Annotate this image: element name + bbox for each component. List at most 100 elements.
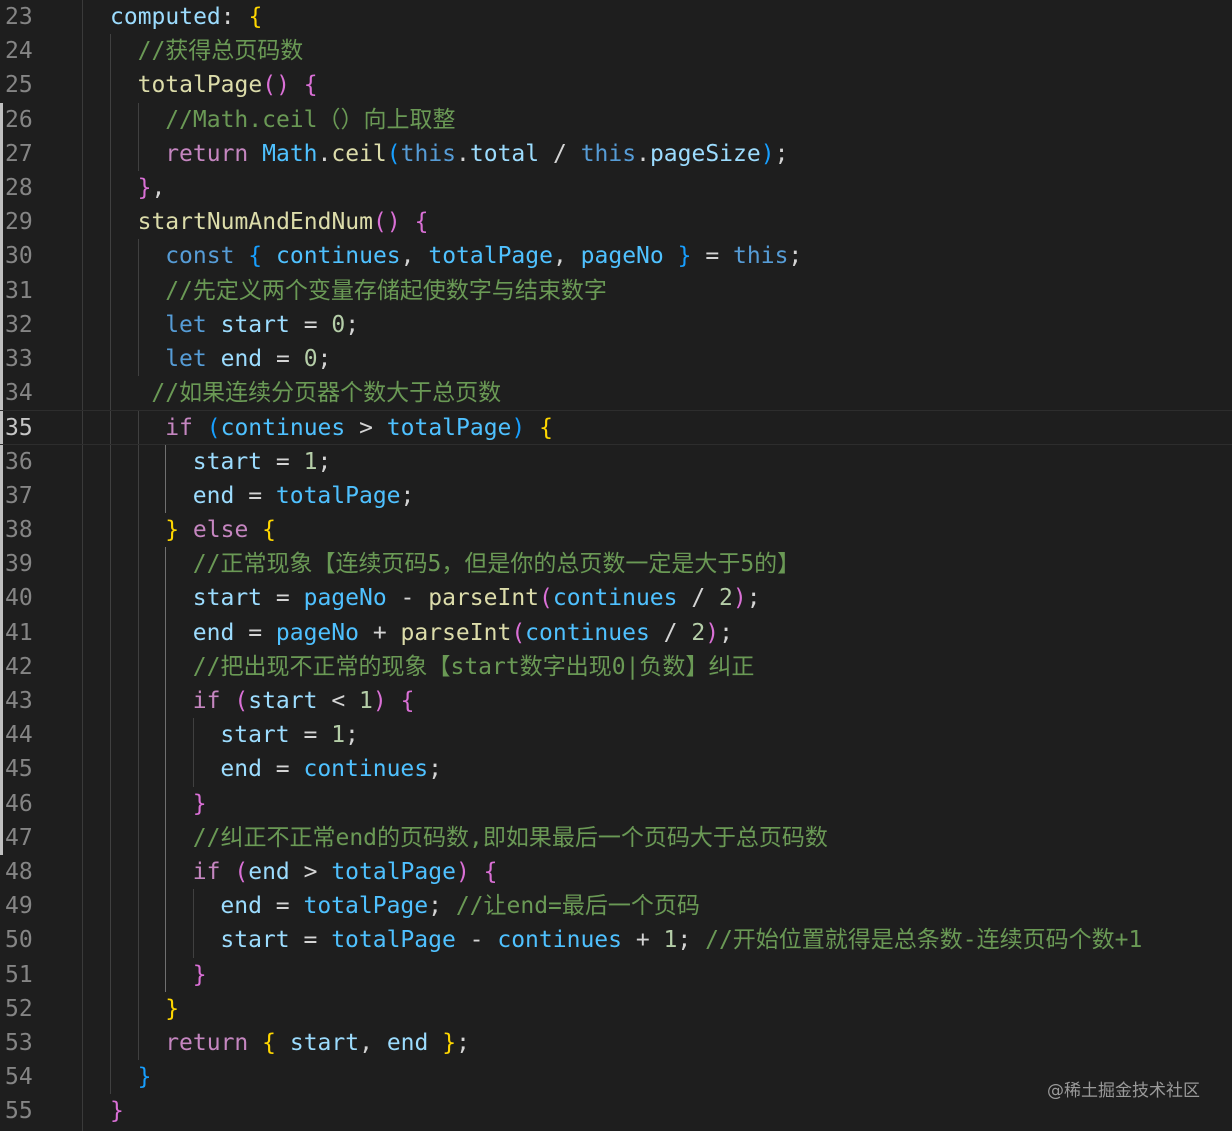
code-line[interactable]: 23 computed: { xyxy=(0,0,1232,34)
line-number: 24 xyxy=(5,38,33,65)
code-line[interactable]: 31 //先定义两个变量存储起使数字与结束数字 xyxy=(0,274,1232,308)
code-line[interactable]: 48 if (end > totalPage) { xyxy=(0,855,1232,889)
code-token: totalPage xyxy=(331,859,456,885)
code-line[interactable]: 36 start = 1; xyxy=(0,445,1232,479)
code-line[interactable]: 47 //纠正不正常end的页码数,即如果最后一个页码大于总页码数 xyxy=(0,821,1232,855)
code-token: ; xyxy=(317,346,332,372)
code-line[interactable]: 30 const { continues, totalPage, pageNo }… xyxy=(0,239,1232,273)
line-number: 25 xyxy=(5,72,33,99)
code-token: pageNo xyxy=(303,585,387,612)
code-token: end xyxy=(192,482,235,509)
line-code: //获得总页码数 xyxy=(138,34,304,68)
line-code: } xyxy=(110,1094,124,1128)
code-line[interactable]: 29 startNumAndEndNum() { xyxy=(0,205,1232,239)
line-code: start = 1; xyxy=(220,718,359,752)
code-token: 1 xyxy=(359,688,373,714)
line-number: 29 xyxy=(5,209,33,236)
code-token: if xyxy=(165,415,193,442)
code-token: } xyxy=(137,175,152,201)
code-line[interactable]: 51} xyxy=(0,958,1232,992)
code-line[interactable]: 38} else { xyxy=(0,513,1232,547)
code-token: total xyxy=(469,140,540,167)
code-token: } xyxy=(110,1098,124,1125)
code-token: continues xyxy=(497,927,622,954)
line-number: 23 xyxy=(5,4,33,30)
code-token: 1 xyxy=(663,927,678,954)
watermark: @稀土掘金技术社区 xyxy=(1047,1081,1200,1101)
code-token: totalPage xyxy=(275,482,401,509)
code-token: = xyxy=(262,585,304,612)
code-line[interactable]: 32 let start = 0; xyxy=(0,308,1232,342)
code-token: computed xyxy=(110,4,221,30)
code-line[interactable]: 50 start = totalPage - continues + 1; //开… xyxy=(0,923,1232,957)
code-line[interactable]: 26 //Math.ceil（）向上取整 xyxy=(0,103,1232,137)
code-token: { xyxy=(248,4,263,30)
code-token: start xyxy=(220,311,290,338)
code-token: if xyxy=(192,688,221,714)
code-token: //纠正不正常end的页码数,即如果最后一个页码大于总页码数 xyxy=(192,824,828,851)
code-token: continues xyxy=(303,756,429,783)
code-token: //开始位置就得是总条数-连续页码个数+1 xyxy=(705,927,1143,954)
code-line[interactable]: 37 end = totalPage; xyxy=(0,479,1232,513)
code-token: ( xyxy=(511,619,526,646)
code-token: } xyxy=(677,243,692,270)
code-token: parseInt xyxy=(400,619,512,646)
code-token: = xyxy=(234,482,276,509)
code-line[interactable]: 46} xyxy=(0,787,1232,821)
code-token: , xyxy=(400,243,429,270)
code-token: { xyxy=(248,243,263,270)
code-token: end xyxy=(220,756,262,783)
code-line[interactable]: 53 return { start, end }; xyxy=(0,1026,1232,1060)
code-line[interactable]: 27 return Math.ceil(this.total / this.pag… xyxy=(0,137,1232,171)
code-token: ( xyxy=(206,415,221,442)
code-line[interactable]: 42 //把出现不正常的现象【start数字出现0|负数】纠正 xyxy=(0,650,1232,684)
code-line[interactable]: 45 end = continues; xyxy=(0,752,1232,786)
code-line[interactable]: 35 if (continues > totalPage) { xyxy=(0,410,1232,445)
line-code: end = totalPage; xyxy=(193,479,415,513)
code-line[interactable]: 39 //正常现象【连续页码5，但是你的总页数一定是大于5的】 xyxy=(0,547,1232,581)
code-line[interactable]: 52} xyxy=(0,992,1232,1026)
code-token: { xyxy=(303,72,318,99)
code-token: continues xyxy=(276,243,401,270)
line-number: 41 xyxy=(5,619,33,646)
code-token: { xyxy=(262,517,277,543)
code-token: totalPage xyxy=(303,893,429,920)
code-token: } xyxy=(442,1030,457,1056)
code-line[interactable]: 33 let end = 0; xyxy=(0,342,1232,376)
line-number: 37 xyxy=(5,482,33,509)
code-token: //先定义两个变量存储起使数字与结束数字 xyxy=(165,277,607,304)
code-line[interactable]: 40 start = pageNo - parseInt(continues / … xyxy=(0,581,1232,615)
line-number: 47 xyxy=(5,824,33,851)
line-number: 50 xyxy=(5,927,33,954)
code-line[interactable]: 41 end = pageNo + parseInt(continues / 2)… xyxy=(0,616,1232,650)
code-token: ; xyxy=(400,482,415,509)
code-token: + xyxy=(621,927,664,954)
code-token: ) xyxy=(705,619,720,646)
code-token: this xyxy=(580,140,637,167)
line-code: } xyxy=(138,1060,152,1094)
code-token: parseInt xyxy=(428,585,540,612)
code-token: let xyxy=(165,311,207,338)
line-code: return Math.ceil(this.total / this.pageS… xyxy=(165,137,788,171)
code-line[interactable]: 28}, xyxy=(0,171,1232,205)
code-token: ; xyxy=(345,722,359,749)
code-line[interactable]: 24 //获得总页码数 xyxy=(0,34,1232,68)
code-token: Math xyxy=(262,140,318,167)
code-token: pageNo xyxy=(580,243,664,270)
code-line[interactable]: 49 end = totalPage; //让end=最后一个页码 xyxy=(0,889,1232,923)
code-line[interactable]: 43 if (start < 1) { xyxy=(0,684,1232,718)
code-editor[interactable]: 23 computed: {24//获得总页码数 25 totalPage() {26… xyxy=(0,0,1232,1131)
code-token: end xyxy=(386,1030,429,1056)
code-line[interactable]: 25 totalPage() { xyxy=(0,68,1232,102)
code-line[interactable]: 34 //如果连续分页器个数大于总页数 xyxy=(0,376,1232,410)
code-token: ( xyxy=(234,859,249,885)
code-line[interactable]: 44 start = 1; xyxy=(0,718,1232,752)
line-code: if (continues > totalPage) { xyxy=(165,411,553,445)
line-code: startNumAndEndNum() { xyxy=(138,205,429,239)
code-token: = xyxy=(234,619,276,646)
code-token: { xyxy=(483,859,498,885)
